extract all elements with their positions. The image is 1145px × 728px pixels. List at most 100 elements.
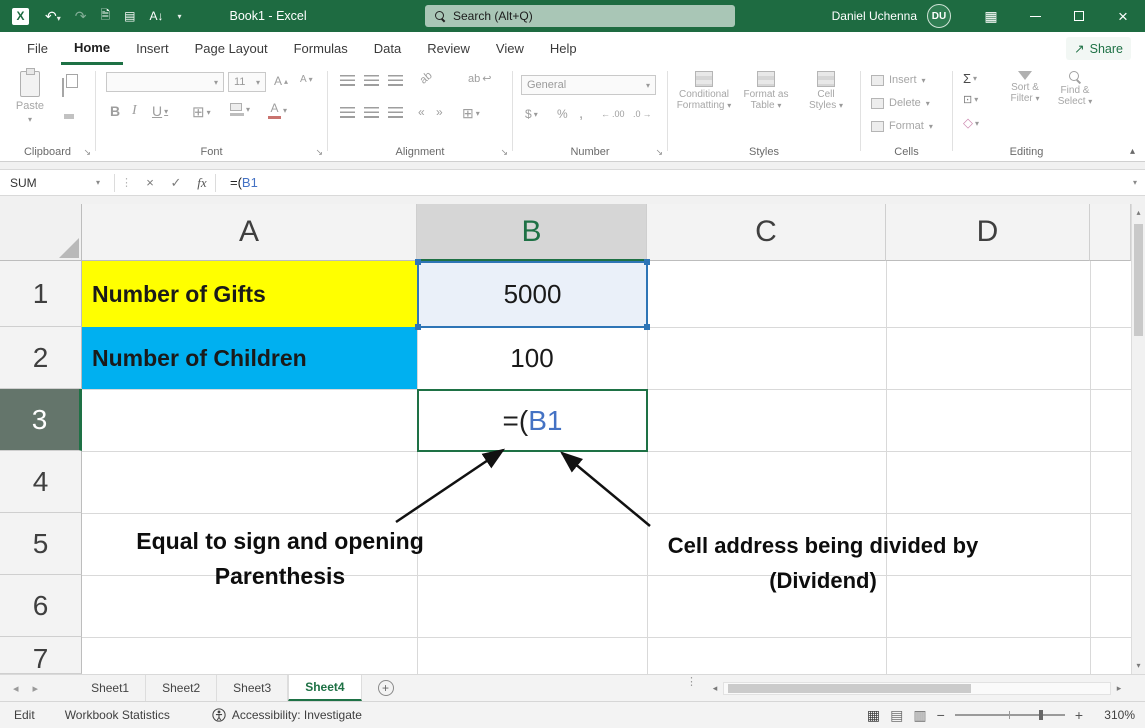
ribbon-display-options-icon[interactable]: ▦ [969, 0, 1013, 32]
formula-input[interactable]: =(B1 [230, 175, 258, 190]
page-layout-view-icon[interactable]: ▤ [890, 707, 903, 724]
vertical-scrollbar-thumb[interactable] [1134, 224, 1143, 336]
column-header-d[interactable]: D [886, 204, 1090, 261]
tab-insert[interactable]: Insert [123, 32, 182, 65]
select-all-corner[interactable] [0, 204, 82, 261]
align-center-icon[interactable] [364, 107, 379, 118]
name-box-chevron-icon[interactable]: ▾ [96, 178, 114, 187]
cancel-entry-button[interactable]: × [137, 175, 163, 190]
format-cells-button[interactable]: Format▾ [871, 120, 933, 132]
align-middle-icon[interactable] [364, 75, 379, 86]
merge-center-button[interactable]: ⊞▾ [462, 105, 480, 122]
cell-b3-editing[interactable]: =(B1 [417, 389, 648, 452]
align-left-icon[interactable] [340, 107, 355, 118]
cell-a2[interactable]: Number of Children [82, 327, 417, 389]
tab-data[interactable]: Data [361, 32, 414, 65]
share-button[interactable]: ↗ Share [1066, 37, 1131, 60]
format-as-table-button[interactable]: Format asTable ▾ [736, 71, 796, 111]
orientation-button[interactable]: ab [418, 69, 435, 86]
alignment-dialog-launcher[interactable]: ↘ [500, 147, 508, 158]
row-header-5[interactable]: 5 [0, 513, 82, 575]
increase-indent-icon[interactable]: » [436, 105, 443, 119]
open-icon[interactable]: ▤ [124, 9, 135, 23]
font-color-button[interactable]: A ▾ [268, 101, 287, 119]
zoom-level[interactable]: 310% [1093, 708, 1135, 722]
cell-a1[interactable]: Number of Gifts [82, 261, 417, 327]
clear-button[interactable]: ◇▾ [963, 115, 979, 131]
expand-formula-bar-icon[interactable]: ▾ [1133, 178, 1137, 187]
row-header-3[interactable]: 3 [0, 389, 82, 451]
column-header-c[interactable]: C [647, 204, 886, 261]
workbook-statistics[interactable]: Workbook Statistics [65, 708, 170, 722]
row-header-2[interactable]: 2 [0, 327, 82, 389]
sheet-tab-sheet1[interactable]: Sheet1 [75, 675, 146, 701]
formula-bar-grip[interactable]: ⋮ [115, 176, 137, 189]
tab-view[interactable]: View [483, 32, 537, 65]
collapse-ribbon-icon[interactable]: ▴ [1130, 146, 1135, 157]
minimize-button[interactable] [1013, 0, 1057, 32]
tab-home[interactable]: Home [61, 32, 123, 65]
zoom-slider[interactable] [955, 714, 1065, 716]
clipboard-dialog-launcher[interactable]: ↘ [83, 147, 91, 158]
insert-function-button[interactable]: fx [189, 175, 215, 191]
percent-button[interactable]: % [557, 107, 568, 121]
confirm-entry-button[interactable]: ✓ [163, 175, 189, 191]
autosum-button[interactable]: Σ▾ [963, 71, 977, 86]
cell-b1[interactable]: 5000 [417, 261, 648, 328]
column-header-b[interactable]: B [417, 204, 647, 261]
scroll-down-icon[interactable]: ▾ [1132, 661, 1145, 670]
font-size-combo[interactable]: 11▾ [228, 72, 266, 92]
tab-review[interactable]: Review [414, 32, 483, 65]
redo-icon[interactable]: ↷ [75, 8, 87, 25]
fill-color-button[interactable]: ▾ [230, 103, 250, 116]
vertical-scrollbar[interactable]: ▴ ▾ [1131, 204, 1145, 674]
decrease-indent-icon[interactable]: « [418, 105, 425, 119]
sheet-nav-next-icon[interactable]: ▸ [26, 675, 46, 701]
scroll-left-icon[interactable]: ◂ [707, 683, 723, 694]
fill-button[interactable]: ⊡▾ [963, 93, 978, 106]
row-header-4[interactable]: 4 [0, 451, 82, 513]
decrease-decimal-button[interactable]: .0→ [633, 109, 652, 119]
delete-cells-button[interactable]: Delete▾ [871, 97, 930, 109]
currency-button[interactable]: $▾ [525, 107, 538, 121]
sort-az-icon[interactable]: A↓ [149, 9, 163, 23]
search-input[interactable]: Search (Alt+Q) [425, 5, 735, 27]
scroll-up-icon[interactable]: ▴ [1132, 208, 1145, 217]
insert-cells-button[interactable]: Insert▾ [871, 74, 926, 86]
close-button[interactable]: × [1101, 0, 1145, 32]
underline-button[interactable]: U▾ [152, 103, 168, 119]
maximize-button[interactable] [1057, 0, 1101, 32]
accessibility-checker[interactable]: Accessibility: Investigate [212, 708, 362, 722]
column-header-partial[interactable] [1090, 204, 1131, 261]
page-break-view-icon[interactable]: ▥ [913, 707, 926, 724]
selection-handle[interactable] [644, 259, 650, 265]
align-top-icon[interactable] [340, 75, 355, 86]
grow-font-button[interactable]: A▴ [274, 74, 288, 88]
paste-button[interactable]: Paste ▾ [10, 71, 50, 141]
tab-splitter-grip[interactable]: ⋮ [686, 675, 697, 688]
customize-qat-icon[interactable]: ▾ [178, 12, 182, 21]
horizontal-scrollbar-track[interactable] [723, 682, 1111, 695]
tab-file[interactable]: File [14, 32, 61, 65]
align-bottom-icon[interactable] [388, 75, 403, 86]
column-header-a[interactable]: A [82, 204, 417, 261]
horizontal-scrollbar-thumb[interactable] [728, 684, 971, 693]
italic-button[interactable]: I [132, 103, 137, 119]
number-dialog-launcher[interactable]: ↘ [655, 147, 663, 158]
horizontal-scrollbar[interactable]: ◂ ▸ [707, 679, 1127, 697]
sort-filter-button[interactable]: Sort &Filter ▾ [1001, 71, 1049, 104]
scroll-right-icon[interactable]: ▸ [1111, 683, 1127, 694]
find-select-button[interactable]: Find &Select ▾ [1051, 71, 1099, 107]
align-right-icon[interactable] [388, 107, 403, 118]
row-header-6[interactable]: 6 [0, 575, 82, 637]
zoom-in-button[interactable]: + [1075, 707, 1083, 723]
row-header-7[interactable]: 7 [0, 637, 82, 674]
borders-button[interactable]: ⊞▾ [192, 103, 211, 121]
font-name-combo[interactable]: ▾ [106, 72, 224, 92]
row-header-1[interactable]: 1 [0, 261, 82, 327]
new-sheet-button[interactable]: + [378, 680, 394, 696]
normal-view-icon[interactable]: ▦ [867, 707, 880, 724]
selection-handle[interactable] [415, 259, 421, 265]
sheet-tab-sheet4[interactable]: Sheet4 [288, 675, 361, 701]
wrap-text-button[interactable]: ab↩ [468, 72, 491, 85]
